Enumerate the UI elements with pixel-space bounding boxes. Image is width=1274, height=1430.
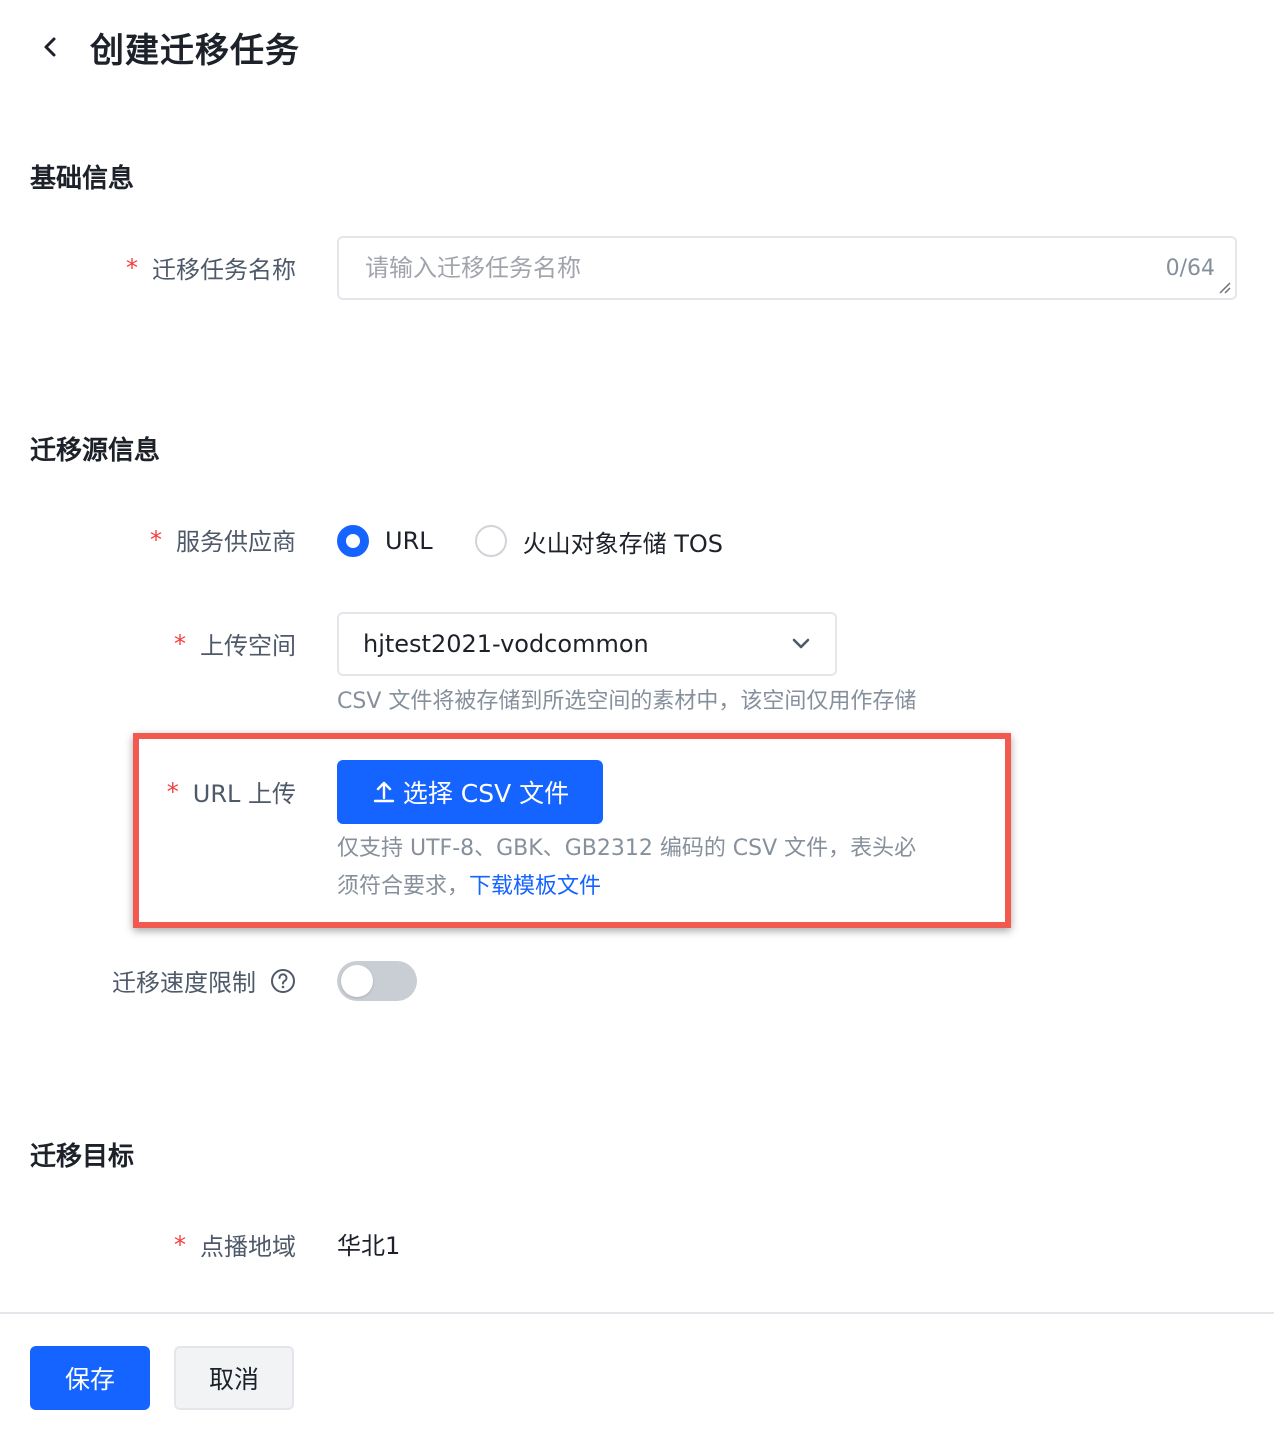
section-title-target: 迁移目标 xyxy=(30,1142,135,1172)
region-label-text: 点播地域 xyxy=(200,1233,296,1261)
download-template-link[interactable]: 下载模板文件 xyxy=(469,874,601,899)
select-csv-button-label: 选择 CSV 文件 xyxy=(402,779,570,808)
url-upload-label: * URL 上传 xyxy=(167,774,296,809)
speed-limit-switch[interactable] xyxy=(337,961,417,1001)
provider-radio-group: URL 火山对象存储 TOS xyxy=(337,520,765,562)
provider-label: * 服务供应商 xyxy=(150,522,296,557)
cancel-button[interactable]: 取消 xyxy=(174,1346,294,1410)
upload-space-value: hjtest2021-vodcommon xyxy=(363,630,649,658)
required-mark: * xyxy=(150,525,162,554)
chevron-left-icon[interactable] xyxy=(30,22,70,72)
speed-limit-label-text: 迁移速度限制 xyxy=(112,969,256,997)
url-upload-help-text: 须符合要求， xyxy=(337,874,470,899)
radio-unchecked-icon[interactable] xyxy=(474,525,507,557)
region-value: 华北1 xyxy=(337,1232,401,1260)
task-name-label-text: 迁移任务名称 xyxy=(152,256,296,284)
switch-knob xyxy=(341,965,373,997)
task-name-label: * 迁移任务名称 xyxy=(126,250,296,285)
url-upload-label-text: URL 上传 xyxy=(192,780,296,808)
upload-space-label-text: 上传空间 xyxy=(200,632,296,660)
section-title-source: 迁移源信息 xyxy=(30,436,161,466)
url-upload-help-line2: 须符合要求，下载模板文件 xyxy=(337,868,957,906)
radio-tos[interactable]: 火山对象存储 TOS xyxy=(474,524,724,559)
header: 创建迁移任务 xyxy=(30,22,300,72)
chevron-down-icon xyxy=(792,638,810,649)
url-upload-help: 仅支持 UTF-8、GBK、GB2312 编码的 CSV 文件，表头必 须符合要… xyxy=(337,830,957,906)
section-title-basic: 基础信息 xyxy=(30,164,135,194)
radio-checked-icon[interactable] xyxy=(337,525,369,557)
question-circle-icon[interactable] xyxy=(270,968,296,994)
page: 创建迁移任务 基础信息 * 迁移任务名称 0/64 迁移源信息 * 服务供应商 … xyxy=(0,0,1274,1430)
task-name-input[interactable] xyxy=(365,254,1166,282)
radio-tos-label: 火山对象存储 TOS xyxy=(522,529,724,558)
task-name-field[interactable]: 0/64 xyxy=(337,236,1237,300)
region-label: * 点播地域 xyxy=(174,1227,296,1262)
char-counter: 0/64 xyxy=(1165,255,1215,281)
radio-url-label: URL xyxy=(385,527,433,555)
upload-space-label: * 上传空间 xyxy=(174,626,296,661)
page-title: 创建迁移任务 xyxy=(90,30,300,71)
required-mark: * xyxy=(126,253,138,282)
required-mark: * xyxy=(174,629,186,658)
resize-handle-icon[interactable] xyxy=(1217,280,1231,294)
required-mark: * xyxy=(166,777,179,806)
footer-divider xyxy=(0,1312,1274,1314)
upload-space-help: CSV 文件将被存储到所选空间的素材中，该空间仅用作存储 xyxy=(337,689,917,714)
select-csv-button[interactable]: 选择 CSV 文件 xyxy=(337,760,603,824)
upload-space-select[interactable]: hjtest2021-vodcommon xyxy=(337,612,837,676)
speed-limit-label: 迁移速度限制 xyxy=(112,963,296,998)
radio-url[interactable]: URL xyxy=(337,525,433,557)
provider-label-text: 服务供应商 xyxy=(176,528,296,556)
required-mark: * xyxy=(174,1230,186,1259)
upload-icon xyxy=(371,779,397,805)
url-upload-help-line1: 仅支持 UTF-8、GBK、GB2312 编码的 CSV 文件，表头必 xyxy=(337,836,917,861)
save-button[interactable]: 保存 xyxy=(30,1346,150,1410)
